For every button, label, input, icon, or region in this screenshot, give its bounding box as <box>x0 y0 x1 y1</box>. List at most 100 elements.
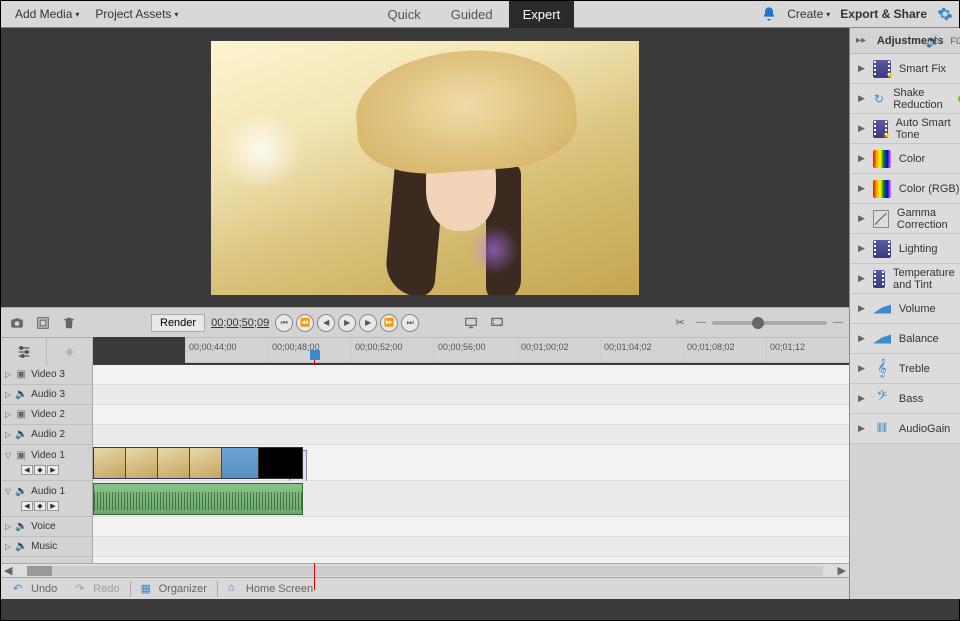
prev-keyframe-icon[interactable]: ◀ <box>21 501 33 511</box>
expand-icon[interactable]: ▷ <box>5 410 11 419</box>
expand-icon: ▶ <box>858 93 865 104</box>
expand-icon: ▶ <box>858 63 865 74</box>
add-media-menu[interactable]: Add Media <box>7 7 87 21</box>
track-lane[interactable] <box>93 365 849 385</box>
adjustment-label: Color (RGB) <box>899 183 960 195</box>
adjustment-audiogain[interactable]: ▶⫴⫴AudioGain <box>850 414 960 444</box>
zoom-slider[interactable] <box>712 321 827 325</box>
adjustment-color-rgb-[interactable]: ▶Color (RGB) <box>850 174 960 204</box>
divider <box>217 581 218 597</box>
track-lane-video1[interactable]: ⊠ <box>93 445 849 481</box>
organizer-button[interactable]: ▦Organizer <box>133 582 215 596</box>
create-menu[interactable]: Create <box>787 7 830 21</box>
collapse-icon[interactable]: ▽ <box>5 451 11 460</box>
preview-frame[interactable] <box>211 41 639 295</box>
track-lane[interactable] <box>93 425 849 445</box>
timecode-display[interactable]: 00;00;50;09 <box>211 317 269 329</box>
tools-icon[interactable]: ✂ <box>670 313 690 333</box>
audio-preview-icon[interactable]: 🔊 <box>926 34 941 48</box>
track-header-audio3[interactable]: ▷🔈Audio 3 <box>1 385 92 405</box>
track-header-music[interactable]: ▷🔈Music <box>1 537 92 557</box>
mode-guided[interactable]: Guided <box>437 1 507 28</box>
timeline-settings-icon[interactable] <box>1 338 47 366</box>
video-track-icon: ▣ <box>15 369 27 380</box>
audio-track-icon: 🔈 <box>15 521 27 532</box>
track-header-audio2[interactable]: ▷🔈Audio 2 <box>1 425 92 445</box>
ruler-tick: 00;01;04;02 <box>600 338 683 362</box>
fullscreen-icon[interactable] <box>487 313 507 333</box>
delete-icon[interactable] <box>59 313 79 333</box>
expand-icon[interactable]: ▷ <box>5 522 11 531</box>
expand-icon: ▶ <box>858 333 865 344</box>
track-lane[interactable] <box>93 517 849 537</box>
scroll-right-icon[interactable]: ▶ <box>835 564 849 577</box>
track-lane[interactable] <box>93 405 849 425</box>
settings-icon[interactable] <box>937 6 953 22</box>
expand-icon[interactable]: ▷ <box>5 430 11 439</box>
add-keyframe-icon[interactable]: ◆ <box>34 465 46 475</box>
adjustment-temperature-and-tint[interactable]: ▶Temperature and Tint <box>850 264 960 294</box>
marker-icon[interactable]: ◈ <box>47 338 93 366</box>
render-button[interactable]: Render <box>151 314 205 332</box>
prev-keyframe-icon[interactable]: ◀ <box>21 465 33 475</box>
scroll-left-icon[interactable]: ◀ <box>1 564 15 577</box>
step-back-icon[interactable]: ◀ <box>317 314 335 332</box>
track-header-audio1[interactable]: ▽🔈Audio 1◀◆▶ <box>1 481 92 517</box>
adjustments-panel: ▸▸ Adjustments 🔊 FIX ▶★Smart Fix▶↻Shake … <box>850 28 960 599</box>
mode-expert[interactable]: Expert <box>509 1 575 28</box>
timeline-ruler[interactable]: 00;00;44;00 00;00;48;00 00;00;52;00 00;0… <box>185 337 849 363</box>
adjustment-volume[interactable]: ▶Volume <box>850 294 960 324</box>
ruler-tick: 00;01;08;02 <box>683 338 766 362</box>
track-lane[interactable] <box>93 537 849 557</box>
track-header-video1[interactable]: ▽▣Video 1◀◆▶ <box>1 445 92 481</box>
expand-icon: ▶ <box>858 303 865 314</box>
adjustment-lighting[interactable]: ▶Lighting <box>850 234 960 264</box>
ruler-tick: 00;00;56;00 <box>434 338 517 362</box>
redo-button[interactable]: ↷Redo <box>67 582 127 596</box>
track-header-video2[interactable]: ▷▣Video 2 <box>1 405 92 425</box>
collapse-panel-icon[interactable]: ▸▸ <box>856 35 866 46</box>
snapshot-icon[interactable] <box>7 313 27 333</box>
next-keyframe-icon[interactable]: ▶ <box>47 501 59 511</box>
adjustment-smart-fix[interactable]: ▶★Smart Fix <box>850 54 960 84</box>
adjustment-auto-smart-tone[interactable]: ▶★Auto Smart Tone <box>850 114 960 144</box>
home-screen-button[interactable]: ⌂Home Screen <box>220 582 321 596</box>
mode-quick[interactable]: Quick <box>373 1 434 28</box>
ruler-tick: 00;00;52;00 <box>351 338 434 362</box>
track-header-video3[interactable]: ▷▣Video 3 <box>1 365 92 385</box>
export-share-button[interactable]: Export & Share <box>840 7 927 21</box>
goto-start-icon[interactable]: ⏮ <box>275 314 293 332</box>
next-keyframe-icon[interactable]: ▶ <box>47 465 59 475</box>
collapse-icon[interactable]: ▽ <box>5 487 11 496</box>
adjustment-treble[interactable]: ▶𝄞Treble <box>850 354 960 384</box>
track-header-voice[interactable]: ▷🔈Voice <box>1 517 92 537</box>
goto-end-icon[interactable]: ⏭ <box>401 314 419 332</box>
playback-quality-icon[interactable] <box>461 313 481 333</box>
adjustment-gamma-correction[interactable]: ▶Gamma Correction <box>850 204 960 234</box>
add-keyframe-icon[interactable]: ◆ <box>34 501 46 511</box>
expand-icon[interactable]: ▷ <box>5 542 11 551</box>
video-clip-black[interactable] <box>258 447 303 479</box>
audio-clip[interactable] <box>93 483 303 515</box>
scrollbar-thumb[interactable] <box>27 566 52 576</box>
timeline-tracks: ▷▣Video 3 ▷🔈Audio 3 ▷▣Video 2 ▷🔈Audio 2 … <box>1 365 849 563</box>
expand-icon[interactable]: ▷ <box>5 390 11 399</box>
undo-button[interactable]: ↶Undo <box>5 582 65 596</box>
rewind-icon[interactable]: ⏪ <box>296 314 314 332</box>
play-icon[interactable]: ▶ <box>338 314 356 332</box>
timeline-scrollbar[interactable]: ◀ ▶ <box>1 563 849 577</box>
expand-icon[interactable]: ▷ <box>5 370 11 379</box>
adjustment-bass[interactable]: ▶𝄢Bass <box>850 384 960 414</box>
track-lane[interactable] <box>93 385 849 405</box>
adjustment-balance[interactable]: ▶Balance <box>850 324 960 354</box>
step-forward-icon[interactable]: ▶ <box>359 314 377 332</box>
track-lane-audio1[interactable] <box>93 481 849 517</box>
adjustment-color[interactable]: ▶Color <box>850 144 960 174</box>
safe-margins-icon[interactable] <box>33 313 53 333</box>
project-assets-menu[interactable]: Project Assets <box>87 7 186 21</box>
adjustment-label: Color <box>899 153 925 165</box>
notification-icon[interactable] <box>761 6 777 22</box>
adjustment-shake-reduction[interactable]: ▶↻Shake Reduction <box>850 84 960 114</box>
playhead[interactable] <box>310 350 320 360</box>
fast-forward-icon[interactable]: ⏩ <box>380 314 398 332</box>
